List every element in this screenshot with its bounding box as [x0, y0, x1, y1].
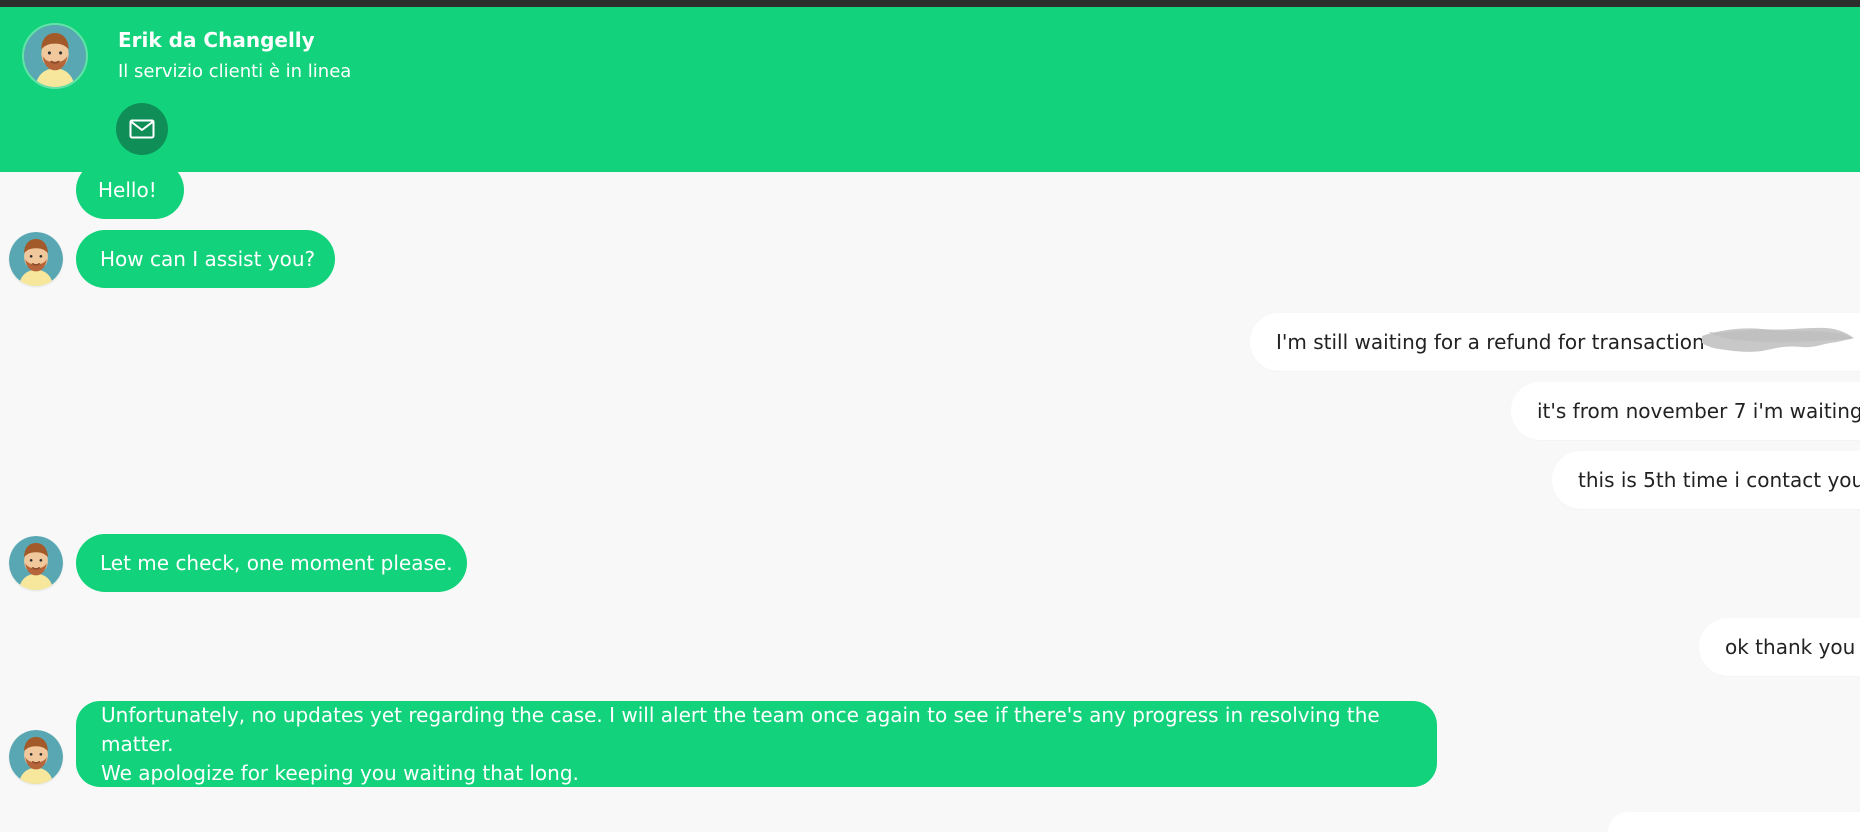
envelope-icon [129, 119, 155, 139]
chat-header: Erik da Changelly Il servizio clienti è … [0, 7, 1860, 172]
offscreen-user-message-peek [1608, 812, 1860, 832]
agent-name: Erik da Changelly [118, 28, 315, 52]
agent-avatar-icon [22, 23, 88, 89]
agent-message: How can I assist you? [76, 230, 335, 288]
agent-message: Unfortunately, no updates yet regarding … [76, 701, 1437, 787]
agent-avatar-icon [9, 232, 63, 286]
agent-message: Let me check, one moment please. [76, 534, 467, 592]
agent-message-line: We apologize for keeping you waiting tha… [101, 760, 579, 785]
window-top-strip [0, 0, 1860, 7]
agent-message: Hello! [76, 161, 184, 219]
agent-status: Il servizio clienti è in linea [118, 61, 352, 82]
agent-message-line: Unfortunately, no updates yet regarding … [101, 702, 1380, 756]
user-message: I'm still waiting for a refund for trans… [1250, 313, 1860, 371]
user-message: it's from november 7 i'm waiting [1511, 382, 1860, 440]
agent-avatar-icon [9, 730, 63, 784]
email-button[interactable] [116, 103, 168, 155]
user-message: ok thank you [1699, 618, 1860, 676]
agent-avatar-icon [9, 536, 63, 590]
user-message: this is 5th time i contact you [1552, 451, 1860, 509]
